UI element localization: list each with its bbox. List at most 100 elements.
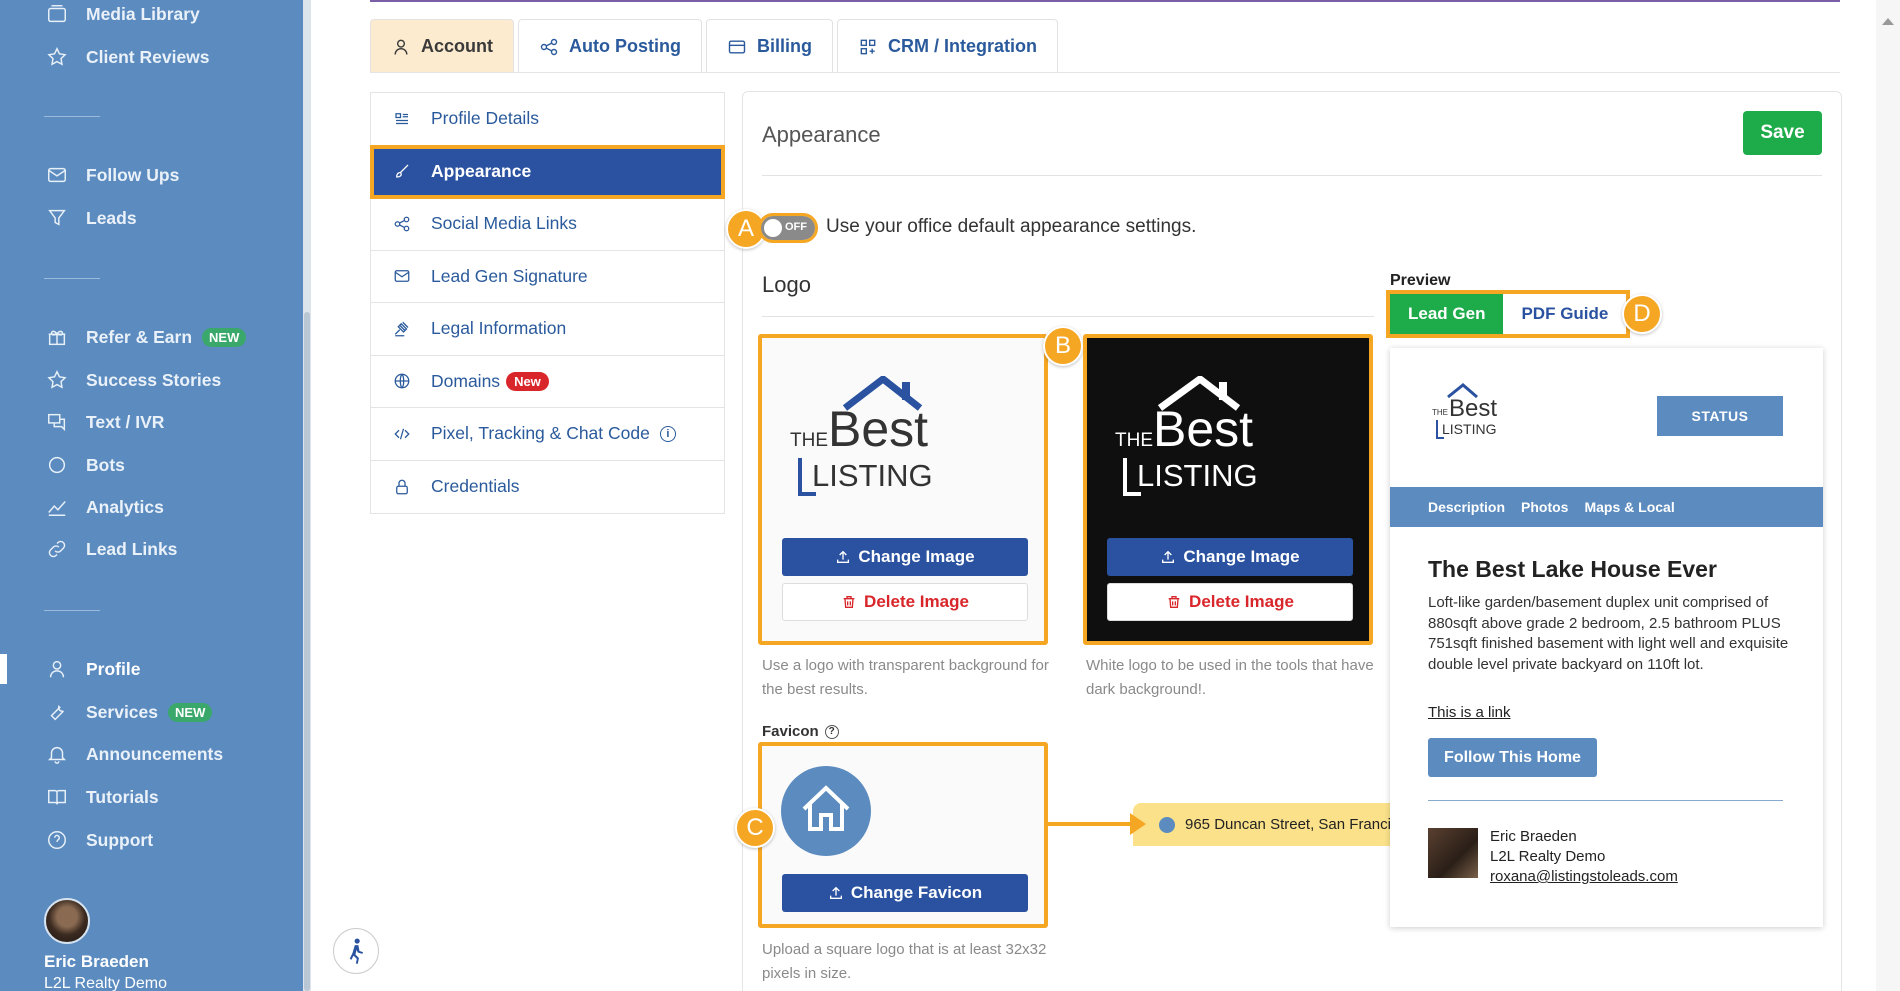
agent-photo (1428, 828, 1478, 878)
logo-text-listing: LISTING (1442, 421, 1496, 437)
card-icon (728, 39, 746, 54)
sidebar-item-label: Client Reviews (86, 46, 210, 67)
active-indicator (0, 654, 7, 684)
sidebar-item-announcements[interactable]: Announcements (44, 742, 223, 766)
agent-email: roxana@listingstoleads.com (1490, 868, 1678, 885)
preview-nav-description: Description (1428, 499, 1506, 515)
preview-description: Loft-like garden/basement duplex unit co… (1428, 594, 1789, 673)
sidebar-item-support[interactable]: Support (44, 828, 153, 852)
sidebar-item-client-reviews[interactable]: Client Reviews (44, 45, 210, 69)
chat-icon (44, 411, 70, 433)
submenu-item-profile-details[interactable]: Profile Details (371, 93, 724, 146)
preview-lead-gen-button[interactable]: Lead Gen (1390, 294, 1504, 334)
submenu-item-credentials[interactable]: Credentials (371, 461, 724, 514)
preview-pdf-guide-button[interactable]: PDF Guide (1503, 294, 1626, 334)
account-tabs: Account Auto Posting Billing CRM / Integ… (370, 19, 1062, 73)
sidebar-item-services[interactable]: Services NEW (44, 700, 213, 724)
sidebar-item-follow-ups[interactable]: Follow Ups (44, 163, 179, 187)
sidebar: Media Library Client Reviews Follow Ups … (0, 0, 311, 991)
save-button[interactable]: Save (1743, 111, 1822, 155)
preview-nav: Description Photos Maps & Local (1390, 487, 1823, 527)
help-icon (44, 829, 70, 851)
user-company: L2L Realty Demo (44, 975, 168, 991)
user-icon (394, 39, 408, 55)
logo-divider (762, 316, 1374, 317)
tab-billing[interactable]: Billing (705, 19, 833, 73)
sidebar-item-tutorials[interactable]: Tutorials (44, 785, 159, 809)
sidebar-divider (44, 610, 100, 611)
submenu-item-social-media-links[interactable]: Social Media Links (371, 198, 724, 251)
submenu-label: Domains (431, 370, 501, 391)
sidebar-item-media-library[interactable]: Media Library (44, 2, 200, 26)
submenu-label: Appearance (431, 160, 532, 181)
submenu-item-lead-gen-signature[interactable]: Lead Gen Signature (371, 251, 724, 303)
star-icon (44, 46, 70, 68)
panel-divider (762, 175, 1822, 176)
sidebar-item-label: Support (86, 829, 154, 850)
logo-text-the: THE (1115, 430, 1153, 451)
office-default-toggle[interactable]: OFF (758, 213, 818, 243)
sidebar-item-label: Follow Ups (86, 164, 180, 185)
submenu-item-pixel-tracking[interactable]: Pixel, Tracking & Chat Code i (371, 408, 724, 461)
sidebar-scroll-thumb[interactable] (304, 312, 310, 991)
submenu-label: Pixel, Tracking & Chat Code (431, 423, 650, 444)
upload-icon (1162, 550, 1175, 563)
sidebar-item-label: Refer & Earn (86, 326, 193, 347)
scroll-up-icon[interactable] (1882, 18, 1894, 25)
sidebar-item-label: Media Library (86, 3, 200, 24)
sidebar-item-profile[interactable]: Profile (44, 657, 140, 681)
sidebar-item-refer-earn[interactable]: Refer & Earn NEW (44, 325, 247, 349)
sidebar-item-analytics[interactable]: Analytics (44, 495, 164, 519)
share-icon (392, 214, 412, 234)
user-icon (44, 658, 70, 680)
toggle-knob (764, 219, 782, 237)
toggle-label: Use your office default appearance setti… (826, 216, 1197, 237)
change-image-button[interactable]: Change Image (1107, 538, 1353, 576)
sidebar-item-leads[interactable]: Leads (44, 206, 137, 230)
sidebar-item-lead-links[interactable]: Lead Links (44, 537, 177, 561)
tab-crm-integration[interactable]: CRM / Integration (836, 19, 1058, 73)
button-label: Change Image (1183, 547, 1300, 566)
new-badge: NEW (202, 327, 247, 347)
accessibility-button[interactable] (333, 928, 379, 974)
house-icon (802, 785, 850, 831)
delete-image-button[interactable]: Delete Image (1107, 583, 1353, 621)
sidebar-scrollbar[interactable] (303, 0, 311, 991)
submenu-label: Lead Gen Signature (431, 265, 588, 286)
upload-icon (829, 886, 842, 899)
accessibility-icon (349, 938, 363, 964)
sidebar-item-bots[interactable]: Bots (44, 453, 125, 477)
submenu-label: Social Media Links (431, 213, 577, 234)
code-icon (392, 424, 412, 444)
change-favicon-button[interactable]: Change Favicon (782, 874, 1028, 912)
bell-icon (44, 743, 70, 765)
favicon-label: Favicon ? (762, 723, 839, 740)
delete-image-button[interactable]: Delete Image (782, 583, 1028, 621)
sidebar-item-label: Tutorials (86, 786, 159, 807)
user-block[interactable]: Eric Braeden L2L Realty Demo (44, 898, 167, 991)
gavel-icon (392, 319, 412, 339)
submenu-item-appearance[interactable]: Appearance (370, 144, 725, 199)
logo-heading: Logo (762, 272, 811, 297)
submenu-item-domains[interactable]: Domains New (371, 356, 724, 408)
best-listing-logo-light: THE Best LISTING (790, 376, 933, 496)
info-icon[interactable]: i (659, 425, 676, 442)
submenu-item-legal-information[interactable]: Legal Information (371, 303, 724, 356)
sidebar-item-success-stories[interactable]: Success Stories (44, 368, 221, 392)
page-scrollbar[interactable] (1876, 0, 1900, 991)
sidebar-item-label: Announcements (86, 743, 224, 764)
tab-auto-posting[interactable]: Auto Posting (518, 19, 702, 73)
sidebar-item-text-ivr[interactable]: Text / IVR (44, 410, 164, 434)
gift-icon (44, 326, 70, 348)
media-icon (44, 3, 70, 25)
browser-tab-title: 965 Duncan Street, San Francisco (1185, 816, 1395, 833)
logo-light-card: THE Best LISTING Change Image Delete Ima… (758, 334, 1048, 645)
sidebar-item-label: Lead Links (86, 538, 178, 559)
tab-account[interactable]: Account (370, 19, 514, 73)
change-image-button[interactable]: Change Image (782, 538, 1028, 576)
page-title: Appearance (762, 122, 881, 147)
help-icon[interactable]: ? (824, 724, 839, 739)
marker-a: A (726, 209, 766, 249)
button-label: Change Image (858, 547, 975, 566)
trash-icon (1168, 596, 1180, 608)
